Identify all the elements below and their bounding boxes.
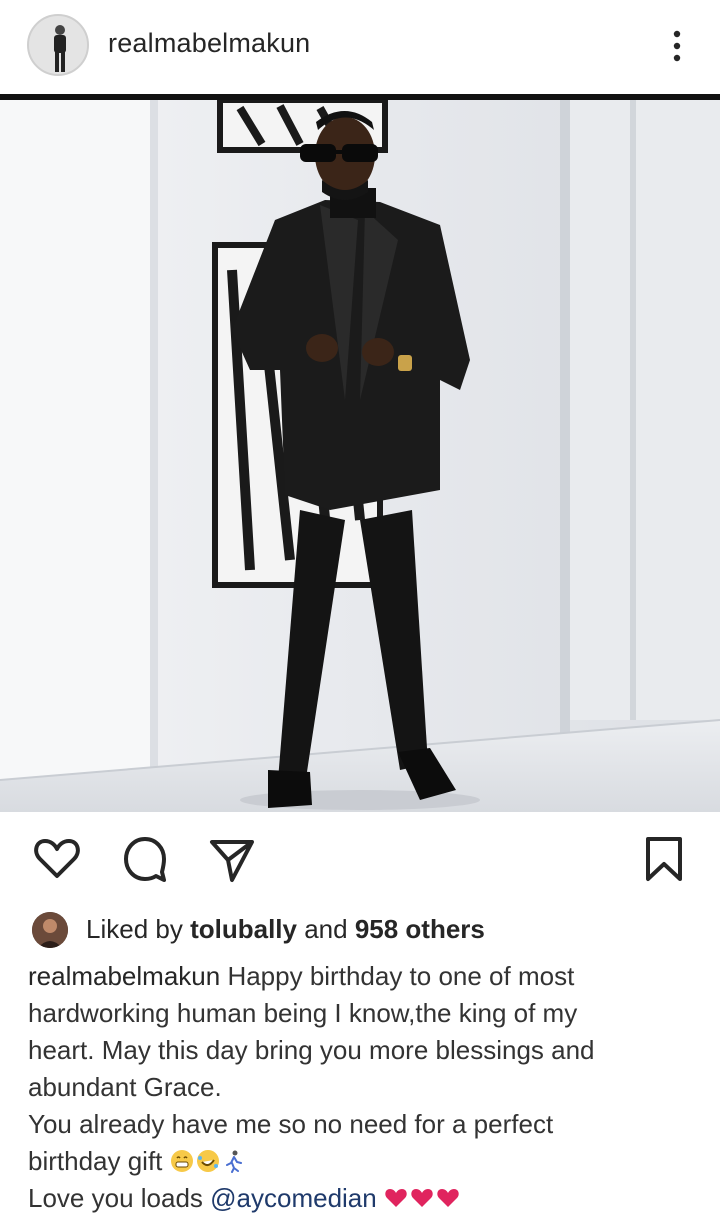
more-vertical-icon[interactable] (662, 26, 692, 66)
likes-text: Liked by tolubally and 958 others (86, 914, 485, 945)
action-bar (0, 828, 720, 892)
likes-others-count[interactable]: 958 others (355, 914, 485, 944)
likes-prefix: Liked by (86, 914, 191, 944)
runner-emoji-icon (225, 1150, 242, 1173)
post-photo[interactable] (0, 100, 720, 812)
caption-username[interactable]: realmabelmakun (28, 961, 220, 991)
caption-line-7: Love you loads @aycomedian (28, 1180, 708, 1217)
caption-line-3: heart. May this day bring you more bless… (28, 1035, 595, 1065)
heart-icon[interactable] (32, 834, 82, 884)
mention-link[interactable]: @aycomedian (210, 1183, 377, 1213)
caption-text-6: birthday gift (28, 1146, 163, 1176)
liker-avatar-icon (32, 912, 68, 948)
post-header: realmabelmakun (0, 0, 720, 100)
rofl-emoji-icon (196, 1150, 219, 1172)
send-icon[interactable] (206, 834, 256, 884)
liker-username[interactable]: tolubally (190, 914, 297, 944)
likes-middle: and (296, 914, 355, 944)
caption-line-1: realmabelmakun Happy birthday to one of … (28, 958, 708, 995)
caption-line-5: You already have me so no need for a per… (28, 1109, 554, 1139)
comment-icon[interactable] (120, 834, 170, 884)
caption-line-6: birthday gift (28, 1143, 708, 1180)
red-heart-icon (411, 1189, 433, 1207)
red-heart-icon (385, 1189, 407, 1207)
caption-line-4: abundant Grace. (28, 1072, 222, 1102)
grinning-emoji-icon (170, 1150, 193, 1172)
red-heart-icon (437, 1189, 459, 1207)
caption-text-1: Happy birthday to one of most (220, 961, 575, 991)
post-image (0, 100, 720, 812)
avatar-figure-icon (29, 16, 87, 74)
liker-avatar (32, 912, 68, 948)
bookmark-icon[interactable] (642, 834, 686, 884)
caption-text-7: Love you loads (28, 1183, 211, 1213)
caption-line-2: hardworking human being I know,the king … (28, 998, 578, 1028)
likes-summary[interactable]: Liked by tolubally and 958 others (28, 908, 708, 952)
post-username[interactable]: realmabelmakun (108, 28, 310, 59)
post-caption: realmabelmakun Happy birthday to one of … (28, 958, 708, 1217)
profile-avatar[interactable] (27, 14, 89, 76)
